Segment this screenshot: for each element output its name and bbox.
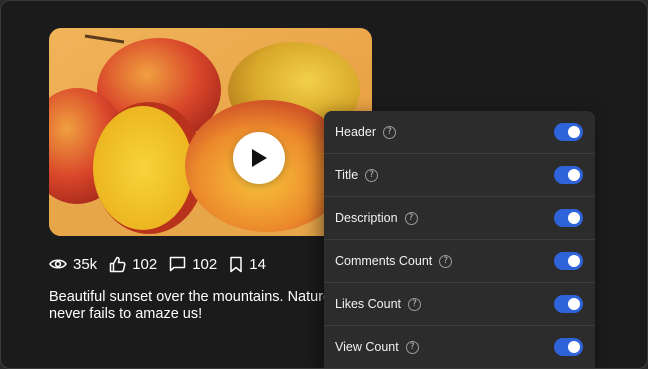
display-settings-panel: Header ? Title ? Description ? Comments …	[324, 111, 595, 368]
setting-label: Likes Count	[335, 297, 402, 311]
settings-row-header: Header ?	[324, 111, 595, 154]
bookmark-icon	[230, 256, 242, 272]
play-button[interactable]	[233, 132, 285, 184]
setting-label: View Count	[335, 340, 399, 354]
app-frame: 35k 102 102 14 Beautiful sunset over the…	[0, 0, 648, 369]
help-icon[interactable]: ?	[404, 211, 418, 225]
view-count-toggle[interactable]	[554, 338, 583, 356]
setting-label: Comments Count	[335, 254, 433, 268]
setting-label: Description	[335, 211, 398, 225]
settings-row-likes-count: Likes Count ?	[324, 283, 595, 326]
help-icon[interactable]: ?	[408, 297, 422, 311]
help-icon[interactable]: ?	[439, 254, 453, 268]
toggle-knob	[568, 341, 580, 353]
comments-count: 102	[192, 255, 218, 273]
comment-icon	[169, 256, 186, 272]
views-count: 35k	[73, 255, 98, 273]
toggle-knob	[568, 255, 580, 267]
comments-stat[interactable]: 102	[169, 256, 217, 273]
help-icon[interactable]: ?	[383, 125, 396, 139]
header-toggle[interactable]	[554, 123, 583, 141]
toggle-knob	[568, 298, 580, 310]
likes-count-toggle[interactable]	[554, 295, 583, 313]
stats-row: 35k 102 102 14	[49, 253, 266, 275]
play-icon	[252, 149, 267, 167]
help-icon[interactable]: ?	[365, 168, 379, 182]
toggle-knob	[568, 169, 580, 181]
setting-label: Title	[335, 168, 359, 182]
comments-count-toggle[interactable]	[554, 252, 583, 270]
settings-row-description: Description ?	[324, 197, 595, 240]
thumbs-up-icon	[109, 256, 126, 272]
bookmarks-count: 14	[249, 255, 266, 273]
settings-row-comments-count: Comments Count ?	[324, 240, 595, 283]
title-toggle[interactable]	[554, 166, 583, 184]
likes-stat[interactable]: 102	[109, 256, 157, 273]
eye-icon	[49, 259, 67, 269]
likes-count: 102	[132, 255, 158, 273]
toggle-knob	[568, 126, 580, 138]
settings-row-title: Title ?	[324, 154, 595, 197]
settings-row-view-count: View Count ?	[324, 326, 595, 368]
help-icon[interactable]: ?	[405, 340, 419, 354]
bookmarks-stat[interactable]: 14	[229, 256, 266, 273]
toggle-knob	[568, 212, 580, 224]
setting-label: Header	[335, 125, 376, 139]
post-caption: Beautiful sunset over the mountains. Nat…	[49, 289, 332, 322]
views-stat: 35k	[49, 256, 97, 273]
description-toggle[interactable]	[554, 209, 583, 227]
